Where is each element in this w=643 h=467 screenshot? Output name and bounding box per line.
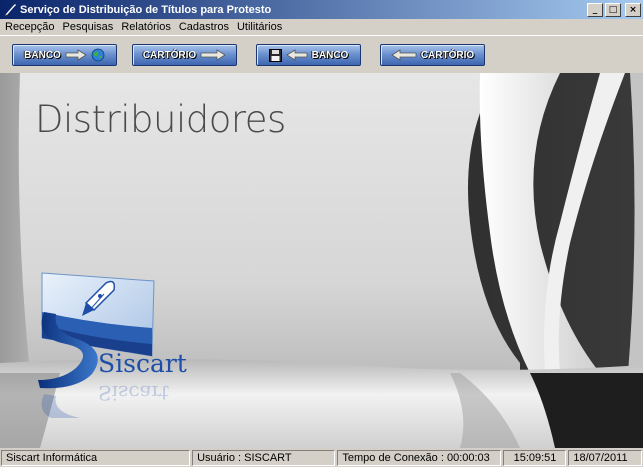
page-title: Distribuidores bbox=[35, 98, 286, 141]
cartorio-send-button[interactable]: CARTÓRIO bbox=[132, 44, 237, 66]
minimize-button[interactable]: _ bbox=[587, 2, 603, 17]
main-background: Distribuidores Siscart Siscart bbox=[0, 73, 643, 448]
status-bar: Siscart Informática Usuário : SISCART Te… bbox=[0, 448, 643, 467]
maximize-button[interactable]: □ bbox=[605, 2, 621, 17]
cartorio-label: CARTÓRIO bbox=[142, 49, 197, 61]
siscart-logo: Siscart Siscart bbox=[38, 272, 187, 418]
banco-label: BANCO bbox=[24, 49, 61, 61]
save-from-banco-button[interactable]: BANCO bbox=[256, 44, 361, 66]
menu-relatorios[interactable]: Relatórios bbox=[117, 21, 175, 33]
toolbar: BANCO CARTÓRIO BANCO CARTÓRIO bbox=[0, 35, 643, 73]
arrow-left-icon bbox=[285, 49, 308, 61]
logo-text: Siscart bbox=[98, 349, 187, 378]
banco-to-internet-button[interactable]: BANCO bbox=[12, 44, 117, 66]
cartorio-receive-button[interactable]: CARTÓRIO bbox=[380, 44, 485, 66]
arrow-left-icon bbox=[391, 49, 417, 61]
menu-cadastros[interactable]: Cadastros bbox=[175, 21, 233, 33]
cartorio-label: CARTÓRIO bbox=[420, 49, 475, 61]
globe-icon bbox=[91, 48, 105, 62]
title-bar: Serviço de Distribuição de Títulos para … bbox=[0, 0, 643, 19]
arrow-right-icon bbox=[65, 49, 87, 61]
menu-pesquisas[interactable]: Pesquisas bbox=[59, 21, 118, 33]
menu-bar: Recepção Pesquisas Relatórios Cadastros … bbox=[0, 19, 643, 35]
status-user: Usuário : SISCART bbox=[192, 449, 336, 466]
status-date: 18/07/2011 bbox=[568, 449, 642, 466]
status-time: 15:09:51 bbox=[502, 449, 567, 466]
arrow-right-icon bbox=[200, 49, 226, 61]
menu-recepcao[interactable]: Recepção bbox=[1, 21, 59, 33]
logo-text-reflection: Siscart bbox=[98, 381, 169, 405]
floppy-disk-icon bbox=[268, 48, 282, 62]
banco-label: BANCO bbox=[311, 49, 349, 61]
status-company: Siscart Informática bbox=[1, 449, 191, 466]
app-icon bbox=[3, 3, 17, 17]
menu-utilitarios[interactable]: Utilitários bbox=[233, 21, 286, 33]
close-button[interactable]: × bbox=[625, 2, 641, 17]
window-title: Serviço de Distribuição de Títulos para … bbox=[20, 3, 272, 16]
status-connection-time: Tempo de Conexão : 00:00:03 bbox=[337, 449, 501, 466]
